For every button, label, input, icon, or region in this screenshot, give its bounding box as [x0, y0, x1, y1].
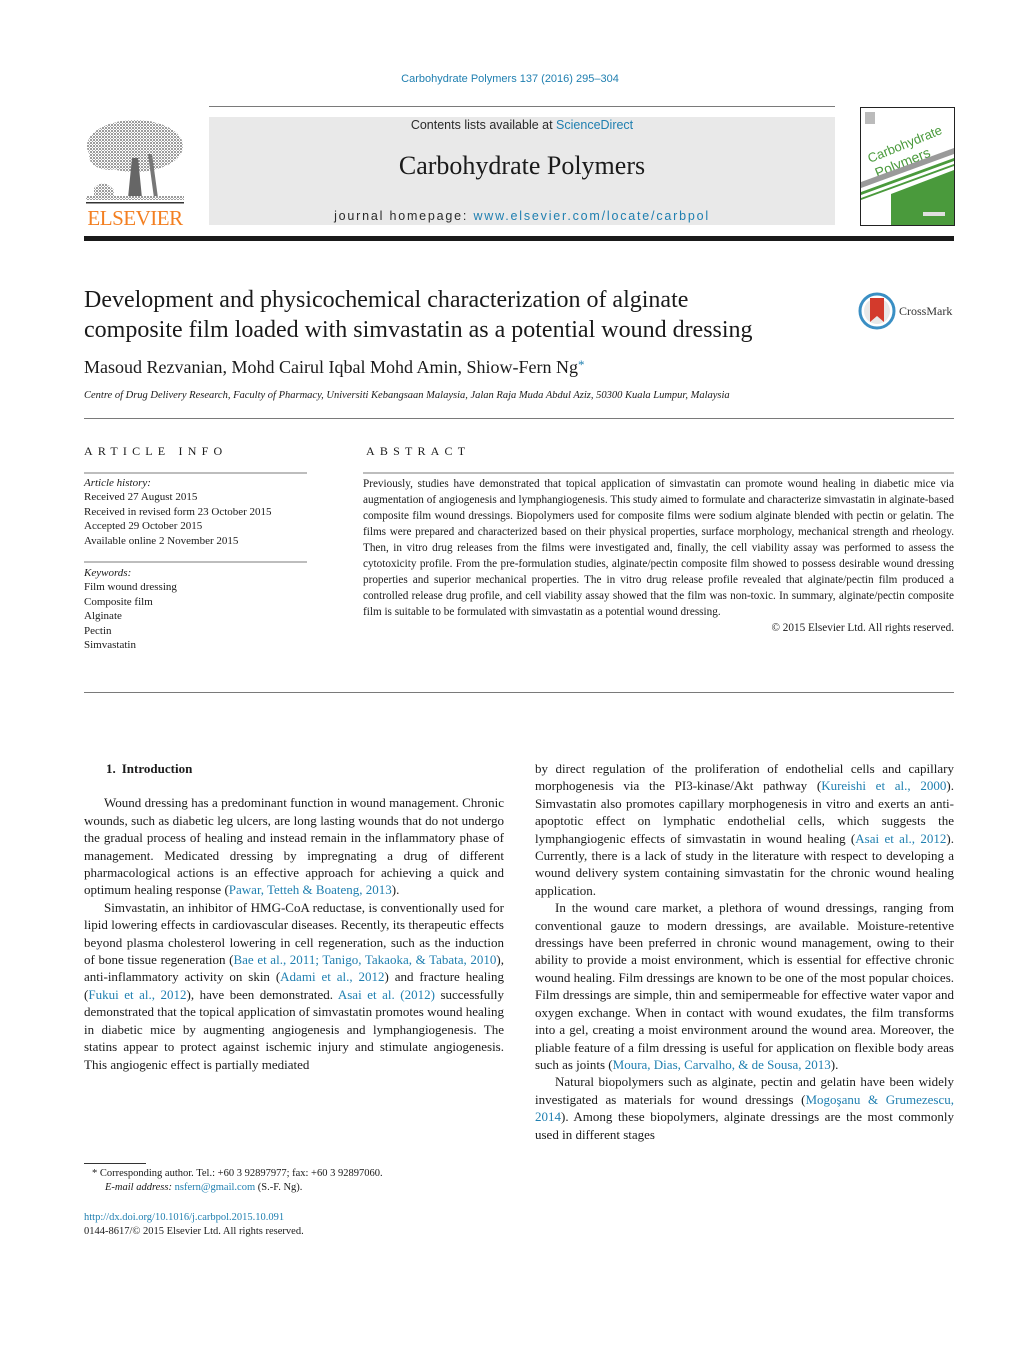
- body-paragraph: Natural biopolymers such as alginate, pe…: [535, 1073, 954, 1143]
- paragraph-text: In the wound care market, a plethora of …: [535, 900, 954, 1072]
- body-paragraph: Wound dressing has a predominant functio…: [84, 794, 504, 898]
- author-list: Masoud Rezvanian, Mohd Cairul Iqbal Mohd…: [84, 357, 584, 378]
- section-number: 1.: [106, 761, 116, 776]
- abstract-divider: [84, 692, 954, 693]
- body-paragraph: Simvastatin, an inhibitor of HMG-CoA red…: [84, 899, 504, 1073]
- abstract-rule: [363, 472, 954, 474]
- body-column-right: by direct regulation of the proliferatio…: [535, 760, 954, 1143]
- journal-header: Contents lists available at ScienceDirec…: [209, 117, 835, 225]
- elsevier-tree-icon: [86, 120, 184, 204]
- citation-link[interactable]: Bae et al., 2011; Tanigo, Takaoka, & Tab…: [233, 952, 496, 967]
- crossmark-button[interactable]: CrossMark: [858, 292, 958, 330]
- corresponding-author-note: * Corresponding author. Tel.: +60 3 9289…: [92, 1167, 512, 1181]
- citation-link[interactable]: Pawar, Tetteh & Boateng, 2013: [229, 882, 392, 897]
- keywords-label: Keywords:: [84, 567, 132, 579]
- keyword-item: Pectin: [84, 624, 112, 637]
- issn-line: 0144-8617/© 2015 Elsevier Ltd. All right…: [84, 1226, 304, 1238]
- title-divider: [84, 418, 954, 419]
- title-line-1: Development and physicochemical characte…: [84, 287, 689, 313]
- body-paragraph: by direct regulation of the proliferatio…: [535, 760, 954, 899]
- crossmark-label: CrossMark: [899, 304, 953, 318]
- paragraph-text: ), have been demonstrated.: [186, 986, 338, 1002]
- email-line: E-mail address: nsfern@gmail.com (S.-F. …: [92, 1181, 512, 1195]
- elsevier-logo[interactable]: ELSEVIER: [84, 118, 186, 230]
- section-title: Introduction: [121, 761, 193, 776]
- citation-link[interactable]: Asai et al. (2012): [338, 987, 435, 1002]
- header-rule: [209, 106, 835, 107]
- citation-link[interactable]: Asai et al., 2012: [855, 831, 946, 846]
- crossmark-icon: [858, 292, 896, 330]
- citation-link[interactable]: Fukui et al., 2012: [88, 987, 186, 1002]
- homepage-prefix: journal homepage:: [334, 209, 474, 223]
- journal-homepage-link[interactable]: www.elsevier.com/locate/carbpol: [473, 209, 709, 223]
- contents-prefix: Contents lists available at: [410, 118, 557, 132]
- paragraph-text: ). Among these biopolymers, alginate dre…: [535, 1109, 954, 1142]
- history-item: Available online 2 November 2015: [84, 534, 239, 547]
- journal-title: Carbohydrate Polymers: [398, 151, 646, 180]
- paragraph-text: ).: [391, 882, 400, 898]
- abstract-heading: ABSTRACT: [366, 444, 471, 458]
- citation-link[interactable]: Adami et al., 2012: [280, 969, 384, 984]
- footnote-rule: [84, 1163, 146, 1164]
- contents-line: Contents lists available at ScienceDirec…: [209, 118, 835, 132]
- header-thick-rule: [84, 236, 954, 241]
- abstract-copyright: © 2015 Elsevier Ltd. All rights reserved…: [771, 622, 955, 634]
- section-heading: 1. Introduction: [106, 760, 504, 777]
- email-suffix: (S.-F. Ng).: [255, 1182, 303, 1194]
- keyword-item: Simvastatin: [84, 639, 136, 652]
- abstract-body: Previously, studies have demonstrated th…: [363, 476, 954, 636]
- history-item: Received in revised form 23 October 2015: [84, 505, 272, 518]
- doi-block: http://dx.doi.org/10.1016/j.carbpol.2015…: [84, 1211, 504, 1240]
- email-label: E-mail address:: [105, 1182, 175, 1194]
- footnote-text: Corresponding author. Tel.: +60 3 928979…: [97, 1168, 383, 1179]
- journal-cover-icon: Carbohydrate Polymers: [861, 112, 954, 225]
- history-label: Article history:: [84, 477, 151, 489]
- article-history: Article history: Received 27 August 2015…: [84, 476, 314, 548]
- journal-citation[interactable]: Carbohydrate Polymers 137 (2016) 295–304: [0, 73, 1020, 85]
- sciencedirect-link[interactable]: ScienceDirect: [556, 118, 633, 132]
- keyword-item: Alginate: [84, 610, 122, 623]
- article-info-rule: [84, 472, 307, 474]
- title-line-2: composite film loaded with simvastatin a…: [84, 317, 753, 343]
- doi-link[interactable]: http://dx.doi.org/10.1016/j.carbpol.2015…: [84, 1212, 284, 1223]
- citation-link[interactable]: Moura, Dias, Carvalho, & de Sousa, 2013: [613, 1057, 831, 1072]
- body-column-left: 1. Introduction Wound dressing has a pred…: [84, 760, 504, 1073]
- keywords: Keywords: Film wound dressing Composite …: [84, 566, 314, 652]
- body-paragraph: In the wound care market, a plethora of …: [535, 899, 954, 1073]
- paragraph-text: ).: [830, 1056, 839, 1072]
- elsevier-wordmark: ELSEVIER: [87, 206, 183, 230]
- email-link[interactable]: nsfern@gmail.com: [175, 1182, 256, 1193]
- keyword-item: Composite film: [84, 595, 153, 608]
- homepage-line: journal homepage: www.elsevier.com/locat…: [209, 209, 835, 223]
- authors-text: Masoud Rezvanian, Mohd Cairul Iqbal Mohd…: [84, 357, 578, 377]
- citation-link[interactable]: Kureishi et al., 2000: [821, 778, 946, 793]
- keyword-item: Film wound dressing: [84, 581, 177, 594]
- corresponding-author-marker[interactable]: *: [578, 357, 585, 372]
- affiliation: Centre of Drug Delivery Research, Facult…: [84, 390, 730, 401]
- history-item: Received 27 August 2015: [84, 491, 198, 504]
- article-info-heading: ARTICLE INFO: [84, 444, 228, 458]
- footnote: * Corresponding author. Tel.: +60 3 9289…: [92, 1167, 512, 1196]
- abstract-text: Previously, studies have demonstrated th…: [363, 478, 954, 618]
- journal-cover-image[interactable]: Carbohydrate Polymers: [860, 107, 955, 226]
- history-item: Accepted 29 October 2015: [84, 520, 203, 533]
- article-title: Development and physicochemical characte…: [84, 285, 854, 345]
- journal-citation-link[interactable]: Carbohydrate Polymers 137 (2016) 295–304: [401, 73, 619, 85]
- keywords-rule: [84, 561, 307, 563]
